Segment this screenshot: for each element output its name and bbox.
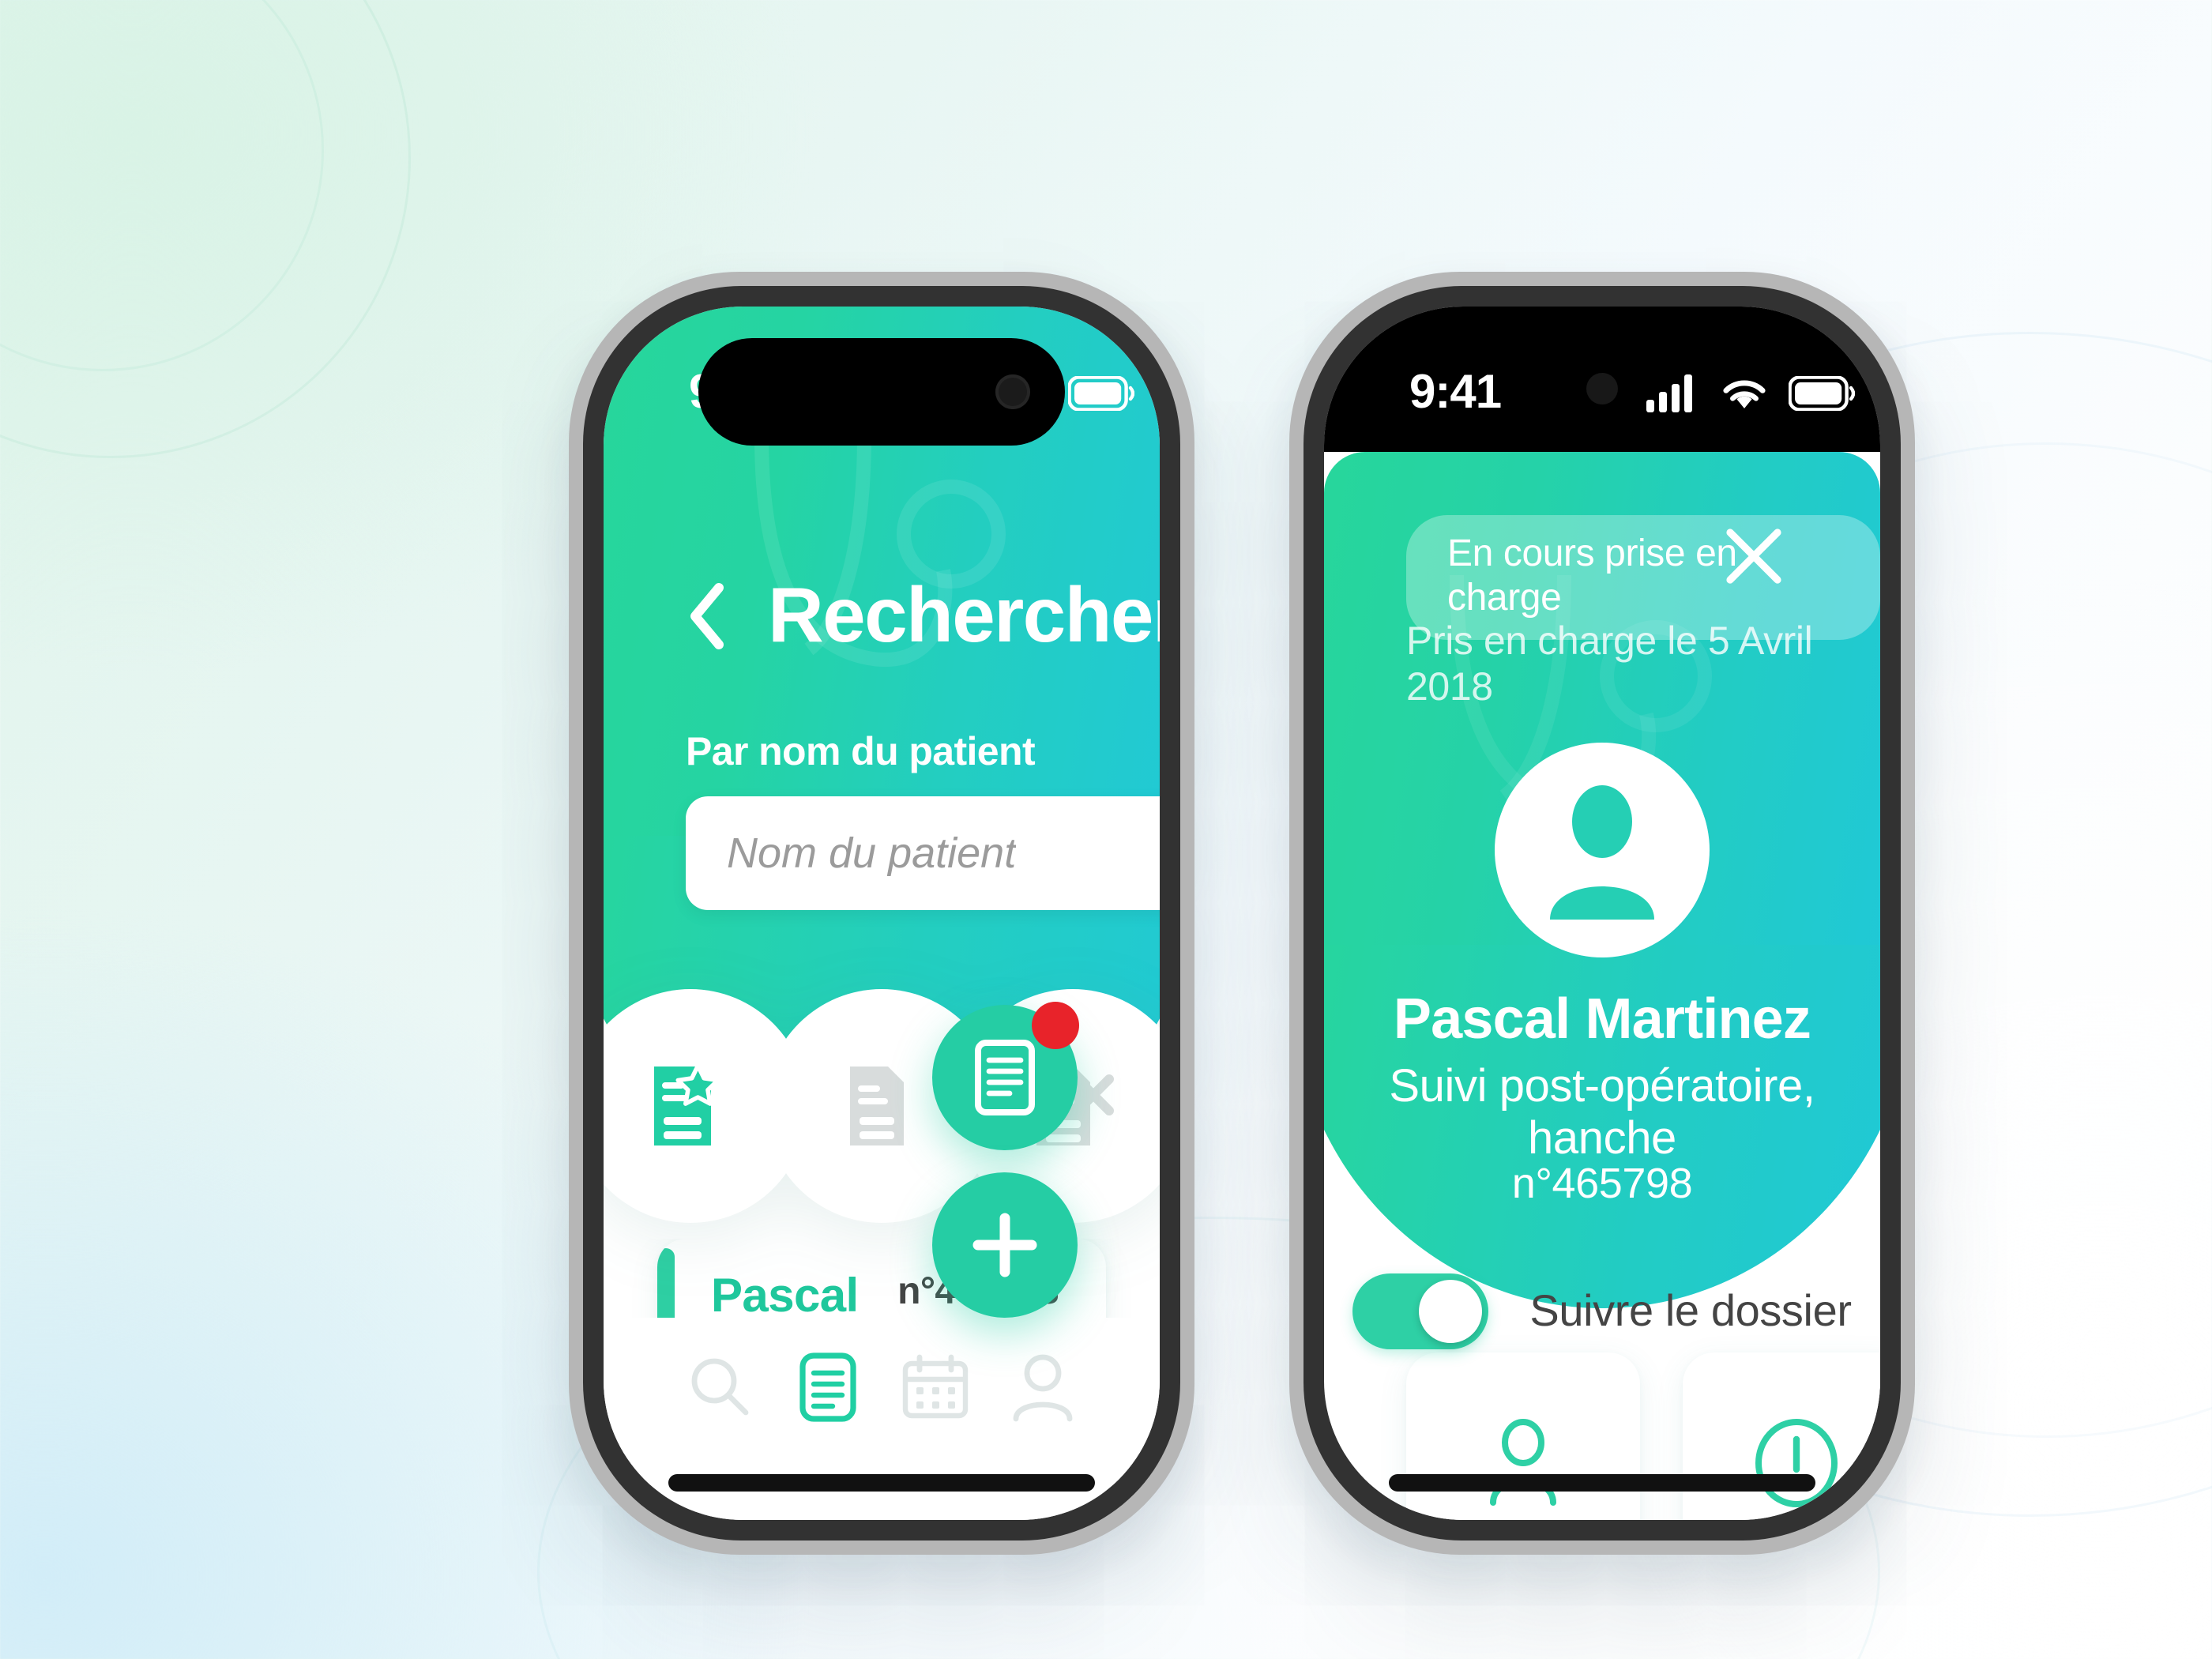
- front-camera-icon: [1586, 373, 1618, 404]
- page-title: Rechercher un dossier: [768, 574, 1160, 659]
- record-menu-grid: Informations Fil d'Actu: [1406, 1352, 1880, 1520]
- status-date: Pris en charge le 5 Avril 2018: [1406, 619, 1813, 709]
- patient-name: Pascal Martinez: [1393, 986, 1811, 1051]
- home-indicator: [668, 1474, 1095, 1492]
- document-icon: [799, 1352, 856, 1422]
- menu-tile-informations[interactable]: Informations: [1406, 1352, 1640, 1520]
- phone-frame-detail: 9:41 En cours prise en charge Pris en ch…: [1289, 272, 1915, 1555]
- document-fab-icon: [975, 1040, 1035, 1115]
- phone-screen-search: 9:41: [604, 307, 1160, 1520]
- patient-description: Suivi post-opératoire, hanche: [1389, 1062, 1815, 1164]
- avatar: [1495, 743, 1710, 957]
- search-placeholder-patient: Nom du patient: [727, 829, 1017, 876]
- background-arc: [0, 0, 324, 371]
- background-arc: [0, 0, 411, 458]
- battery-icon: [1789, 376, 1855, 411]
- search-icon: [691, 1358, 749, 1416]
- exclamation-circle-icon: [1755, 1418, 1838, 1507]
- close-icon: [1726, 529, 1781, 584]
- tile-icon-wrap: [1753, 1413, 1841, 1511]
- front-camera-icon: [995, 374, 1030, 409]
- home-indicator: [1389, 1474, 1815, 1492]
- plus-icon: [972, 1213, 1037, 1277]
- nav-item-calendar[interactable]: [882, 1332, 989, 1443]
- tile-icon-wrap: [1482, 1413, 1564, 1511]
- calendar-icon: [902, 1354, 969, 1419]
- document-star-icon: [654, 1063, 720, 1146]
- battery-icon: [1068, 376, 1134, 411]
- follow-record-label: Suivre le dossier: [1529, 1286, 1852, 1335]
- search-title-row: Rechercher un dossier: [686, 572, 1160, 660]
- menu-tile-fil-dactu[interactable]: Fil d'Actu: [1682, 1352, 1880, 1520]
- card-accent-bar: [657, 1248, 675, 1318]
- patient-number: n°465798: [1511, 1160, 1693, 1207]
- phone-screen-detail: 9:41 En cours prise en charge Pris en ch…: [1324, 307, 1880, 1520]
- search-label-patient: Par nom du patient: [686, 730, 1036, 774]
- person-icon: [1489, 1418, 1556, 1505]
- status-bar-icons: [1646, 374, 1855, 412]
- phone-bezel: 9:41: [583, 286, 1180, 1540]
- search-fields-row: Par nom du patient Nom du patient Par no…: [686, 730, 1160, 910]
- phone-frame-search: 9:41: [569, 272, 1194, 1555]
- follow-record-row: Suivre le dossier: [1324, 1273, 1880, 1349]
- notification-badge: [1032, 1002, 1079, 1049]
- search-field-patient: Par nom du patient Nom du patient: [686, 730, 1160, 910]
- add-record-fab-button[interactable]: [932, 1172, 1078, 1318]
- avatar-person-icon: [1550, 785, 1654, 920]
- cellular-icon: [1646, 374, 1692, 412]
- back-chevron-icon[interactable]: [686, 581, 727, 651]
- nav-item-search[interactable]: [667, 1332, 774, 1443]
- person-icon: [1013, 1354, 1073, 1422]
- phone-bezel: 9:41: [1304, 286, 1901, 1540]
- nav-item-profile[interactable]: [989, 1332, 1097, 1443]
- documents-fab-button[interactable]: [932, 1002, 1079, 1150]
- nav-item-records[interactable]: [774, 1332, 882, 1443]
- follow-record-toggle[interactable]: [1352, 1273, 1489, 1349]
- close-button[interactable]: [1710, 512, 1798, 600]
- document-icon: [850, 1066, 904, 1146]
- search-input-patient[interactable]: Nom du patient: [686, 796, 1160, 910]
- toggle-knob: [1419, 1280, 1483, 1343]
- wifi-icon: [1723, 380, 1766, 408]
- dynamic-island: [698, 338, 1065, 446]
